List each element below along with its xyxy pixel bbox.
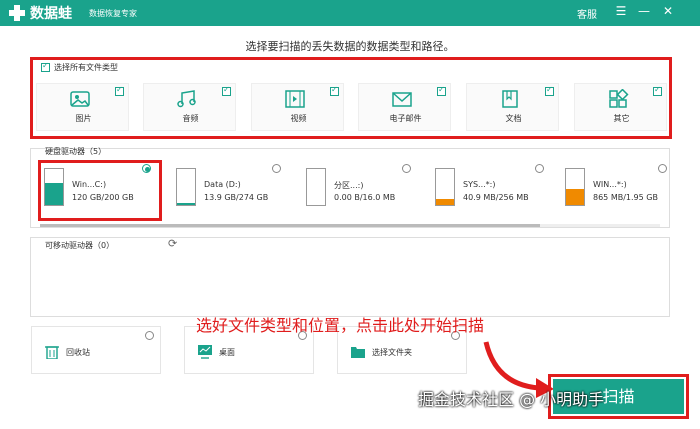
type-checkbox[interactable] (437, 85, 446, 96)
close-icon[interactable]: ✕ (660, 4, 676, 18)
location-label: 桌面 (219, 348, 235, 357)
disk-item-d[interactable]: Data (D:) 13.9 GB/274 GB (172, 164, 292, 212)
other-icon (609, 89, 629, 108)
disk-usage-fill (177, 203, 195, 205)
type-label: 音频 (182, 114, 199, 123)
select-all-checkbox[interactable]: 选择所有文件类型 (41, 61, 118, 73)
type-card-email[interactable]: 电子邮件 (358, 83, 451, 131)
disk-item-win[interactable]: WIN...*:) 865 MB/1.95 GB (561, 164, 681, 212)
disk-size: 13.9 GB/274 GB (204, 193, 269, 202)
app-logo: 数据蛙 (8, 3, 72, 23)
type-label: 其它 (613, 114, 630, 123)
logo-icon (8, 4, 26, 22)
disk-size: 865 MB/1.95 GB (593, 193, 658, 202)
disk-usage-bar (435, 168, 455, 206)
disk-scrollbar[interactable] (40, 224, 660, 227)
disk-radio[interactable] (658, 164, 667, 173)
type-label: 文档 (505, 114, 522, 123)
watermark-text: 掘金技术社区 @ 小明助手 (418, 390, 605, 409)
type-checkbox[interactable] (330, 85, 339, 96)
video-icon (285, 90, 305, 108)
location-label: 选择文件夹 (372, 348, 412, 357)
disk-usage-bar (176, 168, 196, 206)
disk-radio[interactable] (535, 164, 544, 173)
disk-usage-bar (565, 168, 585, 206)
disk-usage-fill (436, 199, 454, 205)
type-card-audio[interactable]: 音频 (143, 83, 236, 131)
disk-radio[interactable] (402, 164, 411, 173)
type-card-image[interactable]: 图片 (36, 83, 129, 131)
disk-item-sys[interactable]: SYS...*:) 40.9 MB/256 MB (431, 164, 551, 212)
service-link[interactable]: 客服 (577, 6, 597, 21)
disk-name: WIN...*:) (593, 180, 627, 189)
select-all-checkbox-icon[interactable] (41, 61, 50, 72)
disk-name: SYS...*:) (463, 180, 496, 189)
app-name: 数据蛙 (30, 6, 72, 22)
document-icon (502, 90, 518, 108)
disk-name: 分区...:) (334, 181, 364, 190)
disk-usage-bar (306, 168, 326, 206)
scan-hint-annotation: 选好文件类型和位置，点击此处开始扫描 (196, 316, 485, 335)
disk-scroll-thumb[interactable] (40, 224, 540, 227)
location-label: 回收站 (66, 348, 90, 357)
minimize-icon[interactable]: — (636, 4, 652, 18)
email-icon (392, 92, 412, 107)
type-label: 视频 (290, 114, 307, 123)
type-label: 电子邮件 (389, 114, 422, 123)
removable-section-title: 可移动驱动器（0） (45, 241, 115, 250)
location-radio[interactable] (145, 331, 154, 340)
disk-name: Data (D:) (204, 180, 241, 189)
type-card-other[interactable]: 其它 (574, 83, 667, 131)
disk-c-highlight (38, 160, 162, 221)
type-checkbox[interactable] (222, 85, 231, 96)
type-checkbox[interactable] (115, 85, 124, 96)
app-subtitle: 数据恢复专家 (89, 9, 137, 18)
image-icon (70, 91, 90, 107)
type-checkbox[interactable] (653, 85, 662, 96)
music-icon (177, 90, 196, 108)
disk-section-title: 硬盘驱动器（5） (45, 147, 107, 156)
disk-radio[interactable] (272, 164, 281, 173)
removable-panel (30, 237, 670, 317)
location-recycle-bin[interactable]: 回收站 (31, 326, 161, 374)
type-card-video[interactable]: 视频 (251, 83, 344, 131)
instruction-text: 选择要扫描的丢失数据的数据类型和路径。 (245, 40, 455, 53)
type-card-document[interactable]: 文档 (466, 83, 559, 131)
recycle-bin-icon (45, 346, 59, 359)
refresh-icon[interactable]: ⟳ (168, 237, 177, 250)
select-all-label: 选择所有文件类型 (54, 63, 118, 72)
disk-usage-fill (566, 189, 584, 205)
desktop-icon (198, 345, 212, 359)
type-label: 图片 (75, 114, 92, 123)
type-checkbox[interactable] (545, 85, 554, 96)
title-bar: 数据蛙 数据恢复专家 客服 ☰ — ✕ (0, 0, 700, 26)
disk-item-partition[interactable]: 分区...:) 0.00 B/16.0 MB (302, 164, 422, 212)
menu-icon[interactable]: ☰ (613, 4, 629, 18)
disk-size: 40.9 MB/256 MB (463, 193, 529, 202)
folder-icon (351, 347, 365, 358)
disk-size: 0.00 B/16.0 MB (334, 193, 396, 202)
